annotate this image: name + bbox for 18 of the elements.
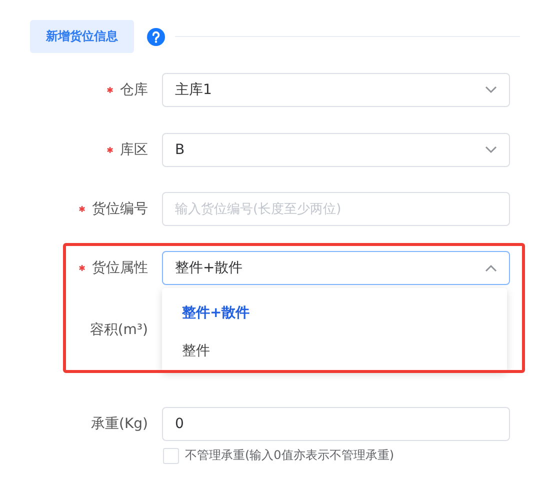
checkbox[interactable] (163, 448, 179, 464)
field-label: 货位属性 (92, 259, 148, 277)
field-label: 库区 (120, 141, 148, 159)
caret-icon (485, 86, 497, 94)
field-label: 容积(m³) (90, 321, 148, 339)
input-field[interactable]: 0 (162, 407, 510, 441)
dropdown-option[interactable]: 整件 (162, 332, 507, 370)
select-field[interactable]: 整件+散件 (162, 251, 510, 285)
dropdown-option[interactable]: 整件+散件 (162, 294, 507, 332)
caret-icon (485, 264, 497, 272)
field-label: 承重(Kg) (91, 415, 148, 433)
checkbox-label: 不管理承重(输入0值亦表示不管理承重) (185, 447, 394, 464)
field-label: 仓库 (120, 81, 148, 99)
select-field[interactable]: B (162, 133, 510, 167)
caret-icon (485, 146, 497, 154)
select-field[interactable]: 主库1 (162, 73, 510, 107)
help-icon[interactable] (147, 28, 165, 46)
field-label: 货位编号 (92, 200, 148, 218)
